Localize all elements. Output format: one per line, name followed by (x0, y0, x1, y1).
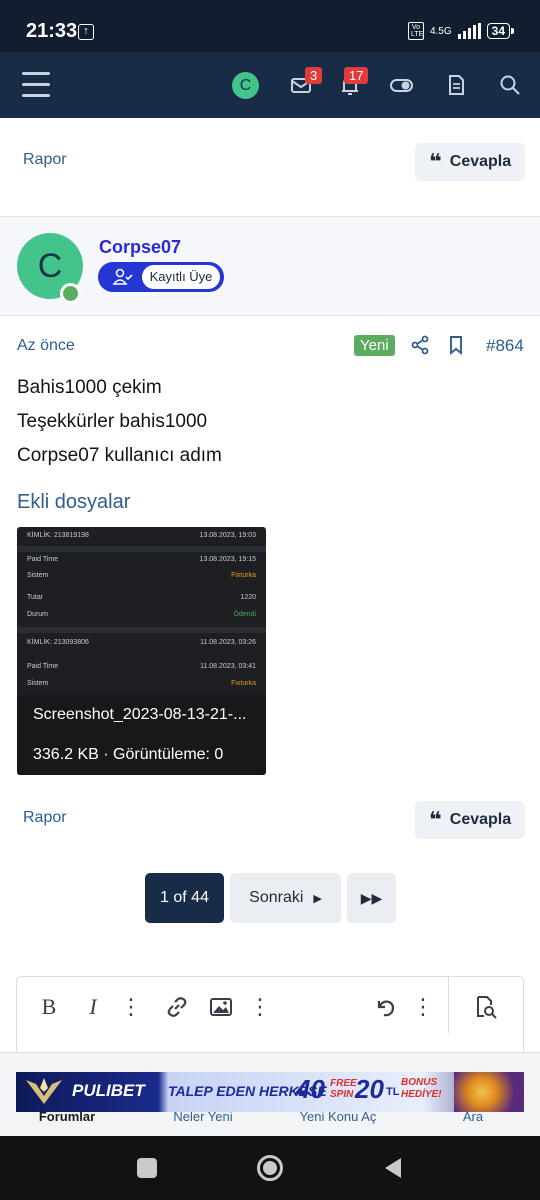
quote-icon: ❝ (428, 149, 442, 174)
preview-paid-time-label-2: Paid Time (27, 663, 59, 670)
back-icon[interactable] (382, 1156, 404, 1180)
attachment-filename: Screenshot_2023-08-13-21-... (33, 706, 247, 723)
upload-icon: ↑ (78, 24, 94, 40)
preview-paid-time-label: Paid Time (27, 556, 59, 563)
menu-icon[interactable] (22, 72, 50, 97)
volte-icon: Vo LTE (407, 22, 424, 40)
preview-paid-time-1: 13.08.2023, 19:15 (199, 556, 256, 563)
preview-sistem-value-2: Fixturka (231, 680, 256, 687)
home-icon[interactable] (257, 1155, 283, 1181)
user-role-badge: Kayıtlı Üye (98, 262, 224, 292)
fast-forward-icon: ▶▶ (360, 889, 383, 906)
bold-icon[interactable]: B (35, 993, 63, 1021)
report-link[interactable]: Rapor (23, 151, 67, 169)
alerts-count-badge: 17 (344, 67, 369, 84)
new-badge: Yeni (354, 335, 395, 356)
preview-date-2: 11.08.2023, 03:26 (200, 639, 256, 646)
ad-banner[interactable]: PULIBET TALEP EDEN HERKESE 40 FREE SPIN … (16, 1072, 524, 1112)
post-number[interactable]: #864 (486, 336, 524, 356)
post-time[interactable]: Az önce (17, 337, 75, 355)
network-type: 4.5G (429, 25, 452, 37)
quote-icon: ❝ (428, 807, 442, 832)
preview-sistem-label-2: Sistem (27, 680, 49, 687)
attachment-meta: 336.2 KB · Görüntüleme: 0 (33, 746, 224, 763)
ad-bonus-text: BONUS HEDİYE! (401, 1077, 442, 1100)
clock: 21:33 (26, 20, 78, 42)
preview-icon[interactable] (472, 993, 500, 1021)
reply-button[interactable]: ❝ Cevapla (415, 801, 525, 839)
next-page-label: Sonraki (249, 889, 304, 906)
preview-date-1: 13.08.2023, 19:03 (199, 532, 256, 539)
reply-label: Cevapla (449, 811, 512, 828)
battery-icon: 34 (486, 23, 515, 39)
ad-currency: TL (386, 1086, 400, 1098)
preview-separator (17, 627, 266, 633)
preview-sistem-label: Sistem (27, 572, 49, 579)
share-icon[interactable] (409, 334, 431, 356)
link-icon[interactable] (163, 993, 191, 1021)
post-line-2: Teşekkürler bahis1000 (17, 411, 208, 432)
bookmark-icon[interactable] (446, 334, 466, 356)
pulibet-logo-icon (26, 1078, 62, 1104)
ad-character-image (454, 1072, 524, 1112)
preview-tutar-value: 1220 (240, 594, 256, 601)
preview-durum-value: Ödendi (233, 611, 256, 618)
attachment-thumbnail[interactable]: KİMLİK: 213819198 13.08.2023, 19:03 Paid … (17, 527, 266, 775)
account-avatar[interactable]: C (232, 72, 259, 99)
preview-paid-time-2: 11.08.2023, 03:41 (200, 663, 256, 670)
post-line-1: Bahis1000 çekim (17, 377, 162, 398)
ad-free-count: 40 (296, 1074, 325, 1104)
reply-label: Cevapla (449, 153, 512, 170)
ad-free-spin: FREE SPIN (330, 1078, 357, 1100)
post-line-3: Corpse07 kullanıcı adım (17, 445, 222, 466)
attachment-caption: Screenshot_2023-08-13-21-... 336.2 KB · … (17, 695, 266, 775)
last-page-button[interactable]: ▶▶ (347, 873, 396, 923)
preview-sistem-value: Fixturka (231, 572, 256, 579)
inbox-count-badge: 3 (305, 67, 323, 84)
next-page-button[interactable]: Sonraki ▶ (230, 873, 341, 923)
report-link[interactable]: Rapor (23, 809, 67, 827)
preview-kimlik-2: KİMLİK: 213093806 (27, 639, 89, 646)
undo-icon[interactable] (371, 993, 399, 1021)
recents-icon[interactable] (137, 1158, 157, 1178)
reply-button[interactable]: ❝ Cevapla (415, 143, 525, 181)
online-status-icon (60, 283, 81, 304)
user-check-icon (112, 268, 133, 285)
preview-tutar-label: Tutar (27, 594, 44, 601)
italic-icon[interactable]: I (79, 993, 107, 1021)
user-role-label: Kayıtlı Üye (142, 265, 220, 289)
search-icon[interactable] (495, 70, 525, 100)
more-options-icon[interactable]: ⋮ (117, 993, 145, 1021)
signal-bars-icon (457, 23, 481, 39)
preview-durum-label: Durum (27, 611, 49, 618)
image-icon[interactable] (207, 993, 235, 1021)
attachments-heading: Ekli dosyalar (17, 491, 131, 513)
toolbar-divider (448, 977, 449, 1033)
current-page-button[interactable]: 1 of 44 (145, 873, 224, 923)
system-status-bar: 21:33 ↑ Vo LTE 4.5G 34 (0, 0, 540, 52)
more-options-icon[interactable]: ⋮ (409, 993, 437, 1021)
signal-indicators: Vo LTE 4.5G 34 (407, 22, 515, 40)
style-toggle-icon[interactable] (386, 70, 416, 100)
ad-bonus-amount: 20 (355, 1074, 384, 1104)
caret-right-icon: ▶ (313, 892, 322, 905)
preview-kimlik-1: KİMLİK: 213819198 (27, 532, 89, 539)
author-username[interactable]: Corpse07 (99, 237, 181, 258)
system-navigation-bar (0, 1136, 540, 1200)
more-options-icon[interactable]: ⋮ (246, 993, 274, 1021)
preview-separator (17, 546, 266, 552)
document-icon[interactable] (441, 70, 471, 100)
ad-brand: PULIBET (72, 1081, 145, 1100)
